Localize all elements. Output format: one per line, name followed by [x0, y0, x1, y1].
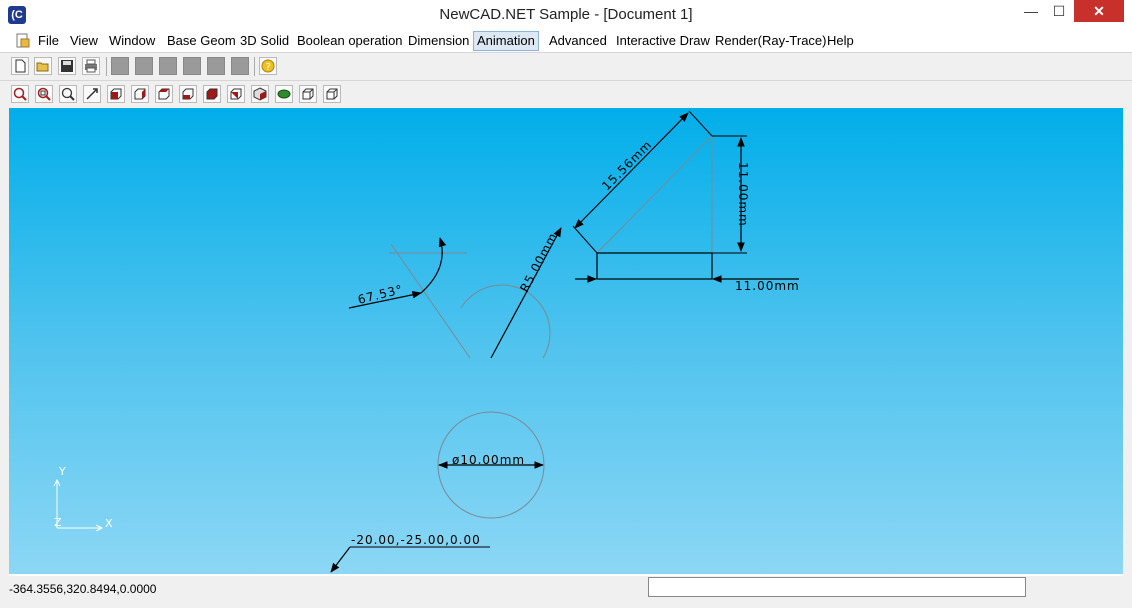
axis-triad: Y X Z [53, 465, 113, 532]
circle-diameter-dimension[interactable]: ø10.00mm [437, 411, 545, 519]
aligned-dimension[interactable]: 15.56mm [572, 110, 713, 254]
profile-shape[interactable] [596, 135, 747, 280]
cad-viewport[interactable]: 67.53° R5.00mm 15.56mm 11.00mm 11.00mm ø… [9, 108, 1123, 574]
drawing-canvas[interactable]: 67.53° R5.00mm 15.56mm 11.00mm 11.00mm ø… [9, 108, 1123, 574]
svg-text:?: ? [266, 62, 271, 73]
status-bar: -364.3556,320.8494,0.0000 [0, 576, 1132, 608]
menu-base-geom[interactable]: Base Geom [164, 32, 239, 50]
menu-view[interactable]: View [67, 32, 101, 50]
disabled-tool-icon [183, 57, 201, 75]
angle-dim-label: 67.53° [356, 282, 404, 307]
view-right-icon[interactable] [179, 85, 197, 103]
view-bottom-icon[interactable] [227, 85, 245, 103]
disabled-tool-icon [111, 57, 129, 75]
angular-dimension[interactable]: 67.53° [348, 237, 471, 359]
disabled-tool-icon [135, 57, 153, 75]
horizontal-dimension[interactable]: 11.00mm [575, 275, 800, 293]
save-icon[interactable] [58, 57, 76, 75]
zoom-window-icon[interactable] [35, 85, 53, 103]
standard-toolbar: ? [0, 52, 1132, 80]
view-toolbar [0, 80, 1132, 109]
close-button[interactable]: ✕ [1074, 0, 1124, 22]
vertical-dimension[interactable]: 11.00mm [736, 137, 750, 252]
print-icon[interactable] [82, 57, 100, 75]
render-icon[interactable] [275, 85, 293, 103]
new-file-icon[interactable] [11, 57, 29, 75]
x-axis-label: X [105, 517, 113, 530]
wireframe-icon[interactable] [299, 85, 317, 103]
menu-advanced[interactable]: Advanced [546, 32, 610, 50]
zoom-in-icon[interactable] [59, 85, 77, 103]
menu-interactive-draw[interactable]: Interactive Draw [613, 32, 713, 50]
view-front-icon[interactable] [107, 85, 125, 103]
cursor-coordinates: -364.3556,320.8494,0.0000 [9, 582, 157, 596]
view-top-icon[interactable] [203, 85, 221, 103]
help-icon[interactable]: ? [259, 57, 277, 75]
document-icon[interactable] [16, 33, 30, 48]
aligned-dim-label: 15.56mm [599, 137, 655, 193]
minimize-button[interactable]: — [1016, 0, 1046, 22]
radius-dim-label: R5.00mm [517, 230, 560, 294]
toolbar-separator [254, 57, 255, 76]
menu-file[interactable]: File [35, 32, 62, 50]
diameter-dim-label: ø10.00mm [452, 453, 525, 467]
hidden-line-icon[interactable] [323, 85, 341, 103]
window-frame-right [1123, 108, 1132, 576]
disabled-tool-icon [207, 57, 225, 75]
window-title: NewCAD.NET Sample - [Document 1] [439, 6, 693, 23]
maximize-button[interactable]: ☐ [1044, 0, 1074, 22]
radius-dimension[interactable]: R5.00mm [460, 227, 562, 359]
view-back-icon[interactable] [131, 85, 149, 103]
vertical-dim-label: 11.00mm [736, 162, 750, 227]
coordinate-leader[interactable]: -20.00,-25.00,0.00 [330, 533, 490, 573]
menu-3d-solid[interactable]: 3D Solid [237, 32, 292, 50]
window-frame-left [0, 108, 9, 576]
zoom-all-icon[interactable] [11, 85, 29, 103]
title-bar: (C NewCAD.NET Sample - [Document 1] — ☐ … [0, 0, 1132, 30]
disabled-tool-icon [159, 57, 177, 75]
menu-dimension[interactable]: Dimension [405, 32, 472, 50]
view-left-icon[interactable] [155, 85, 173, 103]
menu-animation[interactable]: Animation [473, 31, 539, 51]
menu-boolean-operation[interactable]: Boolean operation [294, 32, 406, 50]
y-axis-label: Y [58, 465, 66, 478]
leader-label: -20.00,-25.00,0.00 [351, 533, 481, 547]
disabled-tool-icon [231, 57, 249, 75]
toolbar-separator [106, 57, 107, 76]
menu-render[interactable]: Render(Ray-Trace) [712, 32, 830, 50]
view-iso-icon[interactable] [251, 85, 269, 103]
pan-icon[interactable] [83, 85, 101, 103]
open-folder-icon[interactable] [34, 57, 52, 75]
status-message-field [648, 577, 1026, 597]
horizontal-dim-label: 11.00mm [735, 279, 800, 293]
z-axis-label: Z [54, 516, 62, 529]
menu-help[interactable]: Help [824, 32, 857, 50]
menu-bar: File View Window Base Geom 3D Solid Bool… [0, 30, 1132, 79]
menu-window[interactable]: Window [106, 32, 158, 50]
